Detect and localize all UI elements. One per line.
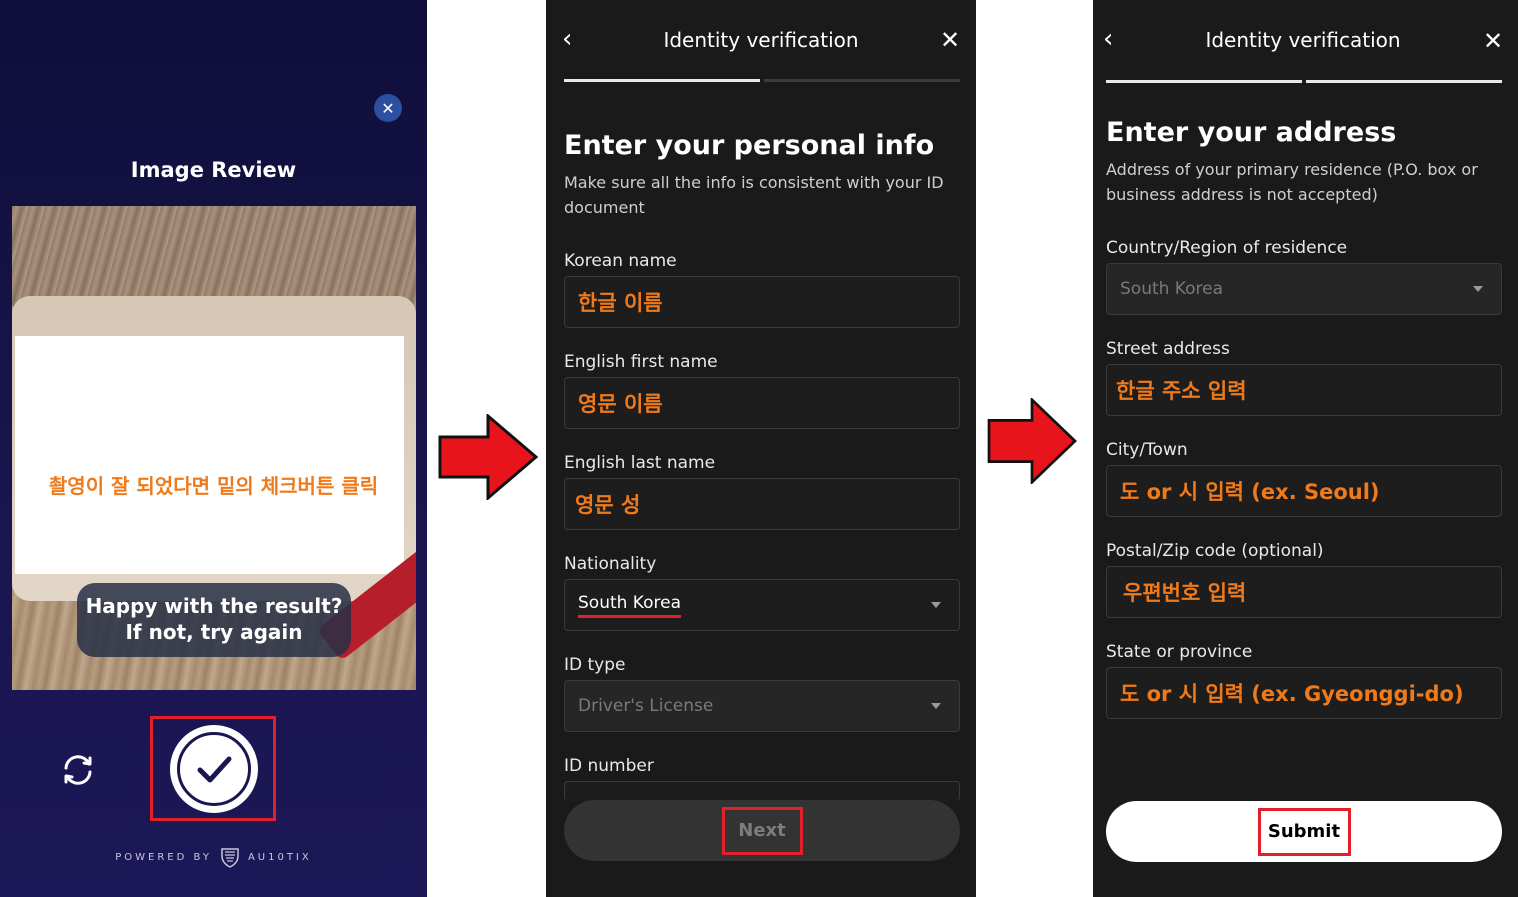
dropdown-caret-icon bbox=[931, 703, 941, 709]
state-input[interactable]: 도 or 시 입력 (ex. Gyeonggi-do) bbox=[1106, 667, 1502, 719]
postal-code-input[interactable]: 우편번호 입력 bbox=[1106, 566, 1502, 618]
field-label-last-name: English last name bbox=[564, 453, 716, 473]
last-name-input[interactable]: 영문 성 bbox=[564, 478, 960, 530]
next-arrow-icon bbox=[987, 398, 1077, 484]
submit-button[interactable]: Submit bbox=[1106, 801, 1502, 862]
image-review-panel: ✕ Image Review 촬영이 잘 되었다면 밑의 체크버튼 클릭 Hap… bbox=[0, 0, 427, 897]
first-name-value: 영문 이름 bbox=[578, 392, 663, 416]
section-heading: Enter your personal info bbox=[564, 130, 935, 161]
korean-name-value: 한글 이름 bbox=[578, 291, 663, 315]
header-title: Identity verification bbox=[1205, 28, 1401, 52]
prompt-line-1: Happy with the result? bbox=[85, 594, 343, 618]
annotation-instruction: 촬영이 잘 되었다면 밑의 체크버튼 클릭 bbox=[48, 474, 379, 498]
field-label-state: State or province bbox=[1106, 642, 1253, 662]
field-label-postal: Postal/Zip code (optional) bbox=[1106, 541, 1324, 561]
result-prompt-bubble: Happy with the result? If not, try again bbox=[77, 583, 351, 657]
id-type-value: Driver's License bbox=[578, 696, 714, 716]
next-arrow-icon bbox=[438, 414, 538, 500]
progress-step-2 bbox=[1306, 80, 1502, 83]
confirm-button[interactable] bbox=[170, 725, 258, 813]
retake-button[interactable] bbox=[58, 750, 98, 790]
submit-highlight: Submit bbox=[1257, 807, 1351, 856]
country-value: South Korea bbox=[1120, 279, 1224, 299]
field-label-city: City/Town bbox=[1106, 440, 1188, 460]
next-label: Next bbox=[738, 820, 786, 841]
field-label-id-number: ID number bbox=[564, 756, 654, 776]
nationality-select[interactable]: South Korea bbox=[564, 579, 960, 631]
field-label-street: Street address bbox=[1106, 339, 1230, 359]
nationality-value: South Korea bbox=[578, 593, 682, 618]
id-number-input[interactable] bbox=[564, 781, 960, 801]
next-button[interactable]: Next bbox=[564, 800, 960, 861]
wood-background bbox=[12, 206, 416, 306]
close-icon[interactable]: ✕ bbox=[940, 26, 960, 54]
city-input[interactable]: 도 or 시 입력 (ex. Seoul) bbox=[1106, 465, 1502, 517]
street-address-value: 한글 주소 입력 bbox=[1116, 379, 1247, 403]
id-type-select[interactable]: Driver's License bbox=[564, 680, 960, 732]
powered-by-label: POWERED BY bbox=[115, 851, 212, 863]
city-value: 도 or 시 입력 (ex. Seoul) bbox=[1120, 480, 1380, 504]
progress-step-1 bbox=[564, 79, 760, 82]
address-panel: ‹ Identity verification ✕ Enter your add… bbox=[1093, 0, 1518, 897]
redacted-area bbox=[15, 336, 404, 574]
check-icon bbox=[197, 756, 232, 783]
confirm-ring bbox=[177, 732, 251, 806]
close-icon[interactable]: ✕ bbox=[374, 94, 402, 122]
personal-info-panel: ‹ Identity verification ✕ Enter your per… bbox=[546, 0, 976, 897]
close-icon[interactable]: ✕ bbox=[1483, 27, 1503, 55]
field-label-country: Country/Region of residence bbox=[1106, 238, 1348, 258]
brand-logo: AU10TIX bbox=[247, 851, 312, 863]
progress-step-2 bbox=[764, 79, 960, 82]
field-label-id-type: ID type bbox=[564, 655, 626, 675]
country-select[interactable]: South Korea bbox=[1106, 263, 1502, 315]
section-subheading: Address of your primary residence (P.O. … bbox=[1106, 160, 1478, 204]
field-label-nationality: Nationality bbox=[564, 554, 657, 574]
field-label-first-name: English first name bbox=[564, 352, 718, 372]
progress-step-1 bbox=[1106, 80, 1302, 83]
street-address-input[interactable]: 한글 주소 입력 bbox=[1106, 364, 1502, 416]
last-name-value: 영문 성 bbox=[575, 493, 641, 517]
section-subheading: Make sure all the info is consistent wit… bbox=[564, 173, 944, 217]
first-name-input[interactable]: 영문 이름 bbox=[564, 377, 960, 429]
field-label-korean-name: Korean name bbox=[564, 251, 677, 271]
header-title: Identity verification bbox=[663, 28, 859, 52]
dropdown-caret-icon bbox=[931, 602, 941, 608]
page-title: Image Review bbox=[130, 158, 297, 182]
submit-label: Submit bbox=[1267, 821, 1341, 842]
state-value: 도 or 시 입력 (ex. Gyeonggi-do) bbox=[1120, 682, 1464, 706]
section-heading: Enter your address bbox=[1106, 117, 1397, 148]
powered-by: POWERED BY AU10TIX bbox=[0, 846, 427, 868]
shield-logo-icon bbox=[221, 848, 239, 868]
dropdown-caret-icon bbox=[1473, 286, 1483, 292]
postal-code-value: 우편번호 입력 bbox=[1123, 581, 1247, 605]
next-highlight: Next bbox=[721, 806, 803, 855]
korean-name-input[interactable]: 한글 이름 bbox=[564, 276, 960, 328]
refresh-icon bbox=[64, 755, 92, 785]
prompt-line-2: If not, try again bbox=[125, 620, 303, 644]
